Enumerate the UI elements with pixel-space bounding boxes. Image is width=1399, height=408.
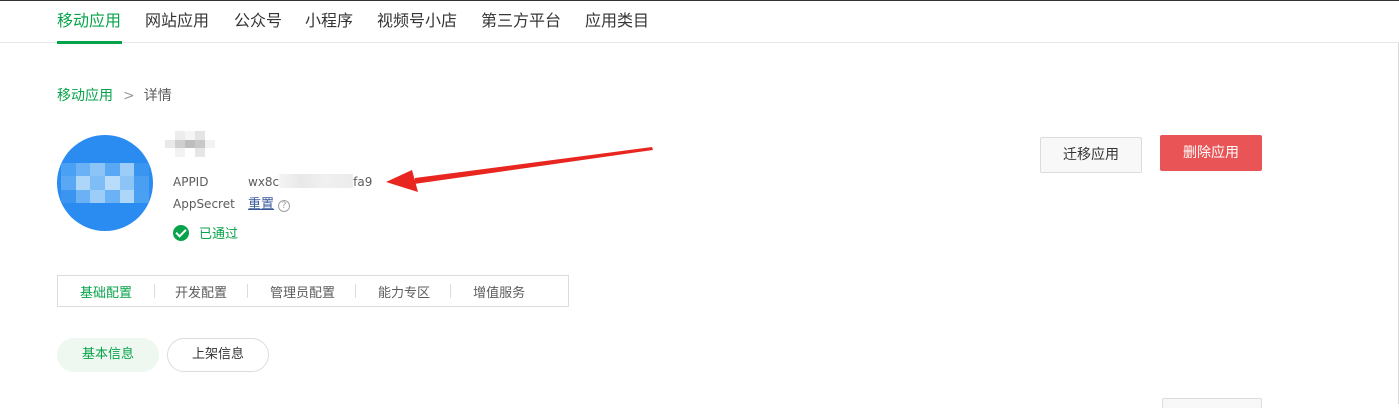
appid-label: APPID xyxy=(173,175,209,189)
check-circle-icon xyxy=(173,225,189,241)
tab-mini-programs[interactable]: 小程序 xyxy=(305,10,353,32)
tab-website-apps[interactable]: 网站应用 xyxy=(145,10,209,32)
subtab-divider xyxy=(450,284,452,298)
app-avatar xyxy=(57,135,153,231)
migrate-app-button[interactable]: 迁移应用 xyxy=(1040,137,1142,173)
subtab-value-added-services[interactable]: 增值服务 xyxy=(473,282,525,301)
active-tab-indicator xyxy=(57,41,122,44)
breadcrumb-mobile-apps-link[interactable]: 移动应用 xyxy=(57,88,113,104)
appid-value-suffix: fa9 xyxy=(353,175,373,189)
appid-redacted-middle xyxy=(279,174,354,188)
tab-channels-store[interactable]: 视频号小店 xyxy=(377,10,457,32)
delete-app-button[interactable]: 删除应用 xyxy=(1160,135,1262,171)
reset-appsecret-link[interactable]: 重置 xyxy=(248,197,274,212)
question-circle-icon[interactable]: ? xyxy=(278,200,291,212)
subtab-capabilities[interactable]: 能力专区 xyxy=(378,282,430,301)
pill-listing-info[interactable]: 上架信息 xyxy=(167,338,269,372)
config-subtabs: 基础配置 开发配置 管理员配置 能力专区 增值服务 xyxy=(57,275,569,307)
partially-visible-button[interactable] xyxy=(1162,398,1262,408)
breadcrumb-separator-icon: > xyxy=(123,88,135,104)
subtab-divider xyxy=(247,284,249,298)
breadcrumb-current: 详情 xyxy=(143,88,172,104)
appsecret-row: AppSecret 重置? xyxy=(173,196,291,213)
review-status: 已通过 xyxy=(173,225,238,244)
status-text: 已通过 xyxy=(199,227,239,242)
annotation-arrow-icon xyxy=(386,147,653,192)
subtab-basic-config[interactable]: 基础配置 xyxy=(80,282,132,301)
tab-mobile-apps[interactable]: 移动应用 xyxy=(57,10,121,32)
avatar-pixelated-logo xyxy=(61,163,149,203)
tab-third-party-platform[interactable]: 第三方平台 xyxy=(481,10,561,32)
subtab-admin-config[interactable]: 管理员配置 xyxy=(270,282,335,301)
appid-row: APPID wx8c fa9 xyxy=(173,174,372,190)
pill-basic-info[interactable]: 基本信息 xyxy=(57,338,159,372)
app-name-redacted xyxy=(165,131,215,157)
subtab-divider xyxy=(355,284,357,298)
subtab-dev-config[interactable]: 开发配置 xyxy=(175,282,227,301)
subtab-divider xyxy=(154,284,156,298)
breadcrumb: 移动应用 > 详情 xyxy=(57,86,172,106)
appid-value-prefix: wx8c xyxy=(248,175,280,189)
tab-official-accounts[interactable]: 公众号 xyxy=(234,10,282,32)
annotation-arrow-head xyxy=(386,170,418,192)
top-navigation: 移动应用 网站应用 公众号 小程序 视频号小店 第三方平台 应用类目 xyxy=(0,0,1399,44)
appsecret-label: AppSecret xyxy=(173,197,235,211)
tab-app-categories[interactable]: 应用类目 xyxy=(585,10,649,32)
annotation-arrow-shaft xyxy=(414,147,653,184)
